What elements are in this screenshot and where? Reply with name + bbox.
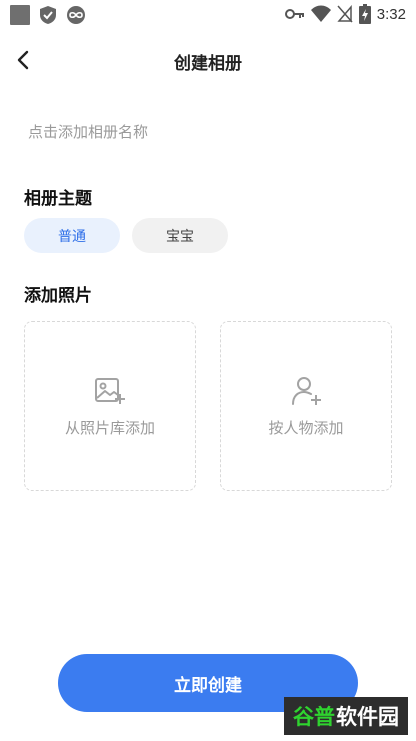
theme-option-normal[interactable]: 普通 <box>24 218 120 253</box>
gallery-icon <box>10 5 30 25</box>
theme-option-label: 普通 <box>58 228 86 245</box>
status-right-icons: 3:32 <box>284 4 406 24</box>
status-left-icons <box>10 5 86 25</box>
theme-option-label: 宝宝 <box>166 228 194 245</box>
theme-section-title: 相册主题 <box>24 189 92 209</box>
infinity-icon <box>67 6 85 24</box>
add-from-gallery-label: 从照片库添加 <box>64 419 155 437</box>
status-time: 3:32 <box>376 5 406 23</box>
status-bar: 3:32 <box>0 0 416 30</box>
photos-section-title: 添加照片 <box>24 286 92 306</box>
theme-option-baby[interactable]: 宝宝 <box>132 218 228 253</box>
app-header: 创建相册 <box>0 40 416 80</box>
image-add-icon <box>95 378 125 404</box>
album-name-input[interactable] <box>28 118 388 146</box>
shield-check-icon <box>40 6 56 24</box>
add-from-gallery-card[interactable]: 从照片库添加 <box>24 321 196 491</box>
add-by-person-card[interactable]: 按人物添加 <box>220 321 392 491</box>
battery-charging-icon <box>358 4 371 24</box>
watermark-text-green: 谷普 <box>293 705 335 729</box>
watermark-text-white: 软件园 <box>336 705 399 729</box>
wifi-icon <box>310 5 331 22</box>
signal-off-icon <box>337 5 353 23</box>
page-title: 创建相册 <box>174 54 242 74</box>
site-watermark: 谷普 软件园 <box>284 697 408 735</box>
person-add-icon <box>292 377 321 405</box>
key-icon <box>284 9 304 19</box>
add-by-person-label: 按人物添加 <box>268 419 344 437</box>
